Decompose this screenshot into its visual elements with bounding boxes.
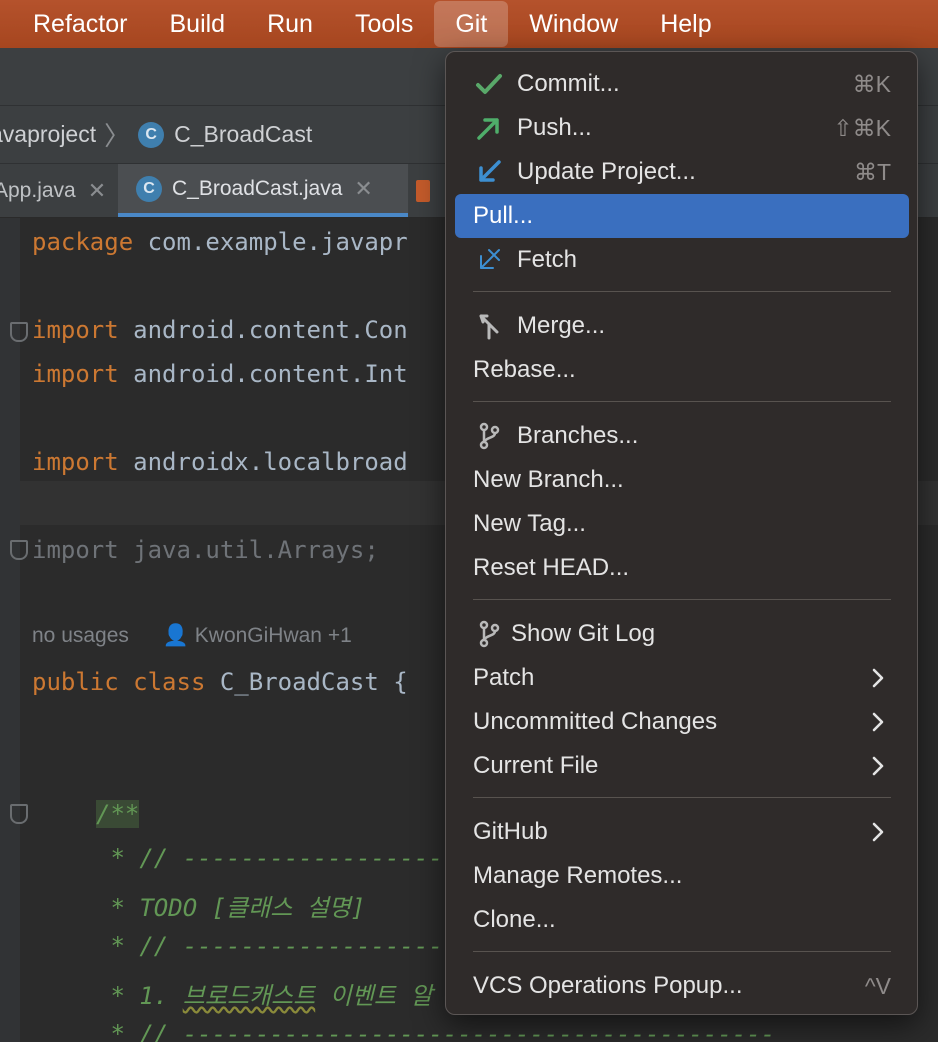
code-line: * // -----------------------------------… xyxy=(96,1020,776,1042)
tab-label: C_BroadCast.java xyxy=(172,176,343,200)
tab-label: App.java xyxy=(0,178,76,202)
push-arrow-icon xyxy=(477,118,499,140)
merge-icon xyxy=(479,314,499,340)
menu-tools[interactable]: Tools xyxy=(334,1,434,47)
fold-marker-icon[interactable] xyxy=(10,322,28,342)
code-line: import android.content.Int xyxy=(32,360,408,388)
menu-item-update-project[interactable]: Update Project... ⌘T xyxy=(455,150,909,194)
menu-help[interactable]: Help xyxy=(639,1,732,47)
author-hint[interactable]: KwonGiHwan +1 xyxy=(195,624,352,647)
menu-item-reset-head[interactable]: Reset HEAD... xyxy=(455,546,909,590)
chevron-right-icon xyxy=(872,712,884,732)
chevron-right-icon xyxy=(872,668,884,688)
menu-item-branches[interactable]: Branches... xyxy=(455,414,909,458)
breadcrumb-separator-icon: 〉 xyxy=(104,121,131,151)
chevron-right-icon xyxy=(872,756,884,776)
menu-item-fetch[interactable]: Fetch xyxy=(455,238,909,282)
tab-app-java[interactable]: App.java ✕ xyxy=(0,164,118,217)
code-line: import androidx.localbroad xyxy=(32,448,408,476)
file-icon xyxy=(416,179,430,202)
menu-item-new-branch[interactable]: New Branch... xyxy=(455,458,909,502)
menu-item-push[interactable]: Push... ⇧⌘K xyxy=(455,106,909,150)
menu-item-commit[interactable]: Commit... ⌘K xyxy=(455,62,909,106)
java-class-icon: C xyxy=(136,175,162,202)
usages-hint[interactable]: no usages xyxy=(32,624,129,647)
code-line: import android.content.Con xyxy=(32,316,408,344)
close-icon[interactable]: ✕ xyxy=(88,178,106,204)
menu-item-vcs-operations-popup[interactable]: VCS Operations Popup... ^V xyxy=(455,964,909,1008)
check-icon xyxy=(476,74,502,94)
breadcrumb-file[interactable]: C_BroadCast xyxy=(174,121,312,148)
menu-item-patch[interactable]: Patch xyxy=(455,656,909,700)
menu-item-uncommitted-changes[interactable]: Uncommitted Changes xyxy=(455,700,909,744)
git-menu-dropdown: Commit... ⌘K Push... ⇧⌘K Update Project.… xyxy=(445,51,918,1015)
code-line: * TODO [클래스 설명] xyxy=(96,894,366,922)
tab-c-broadcast-java[interactable]: C C_BroadCast.java ✕ xyxy=(118,164,408,217)
menu-item-github[interactable]: GitHub xyxy=(455,810,909,854)
menu-build[interactable]: Build xyxy=(148,1,246,47)
menu-divider xyxy=(473,797,891,798)
fold-marker-icon[interactable] xyxy=(10,804,28,824)
menu-divider xyxy=(473,401,891,402)
author-icon: 👤 xyxy=(162,624,189,647)
code-line: import java.util.Arrays; xyxy=(32,536,379,564)
menu-bar: Refactor Build Run Tools Git Window Help xyxy=(0,0,938,48)
java-class-icon: C xyxy=(138,121,165,148)
menu-run[interactable]: Run xyxy=(246,1,334,47)
menu-item-pull[interactable]: Pull... xyxy=(455,194,909,238)
inlay-hint[interactable]: no usages 👤 KwonGiHwan +1 xyxy=(32,624,352,648)
branch-icon xyxy=(479,620,500,648)
menu-divider xyxy=(473,291,891,292)
code-line: * 1. 브로드캐스트 이벤트 알 xyxy=(96,982,433,1010)
menu-item-new-tag[interactable]: New Tag... xyxy=(455,502,909,546)
close-icon[interactable]: ✕ xyxy=(354,176,372,202)
menu-item-rebase[interactable]: Rebase... xyxy=(455,348,909,392)
menu-window[interactable]: Window xyxy=(508,1,639,47)
fetch-arrow-icon xyxy=(480,249,500,269)
tab-partial[interactable] xyxy=(408,164,448,217)
code-line: public class C_BroadCast { xyxy=(32,668,408,696)
menu-divider xyxy=(473,599,891,600)
breadcrumb-project[interactable]: avaproject xyxy=(0,121,96,148)
chevron-right-icon xyxy=(872,822,884,842)
menu-item-current-file[interactable]: Current File xyxy=(455,744,909,788)
update-arrow-icon xyxy=(479,160,501,182)
menu-refactor[interactable]: Refactor xyxy=(0,1,148,47)
menu-divider xyxy=(473,951,891,952)
menu-item-merge[interactable]: Merge... xyxy=(455,304,909,348)
branch-icon xyxy=(479,422,500,450)
menu-item-clone[interactable]: Clone... xyxy=(455,898,909,942)
fold-marker-icon[interactable] xyxy=(10,540,28,560)
menu-item-manage-remotes[interactable]: Manage Remotes... xyxy=(455,854,909,898)
menu-item-show-git-log[interactable]: Show Git Log xyxy=(455,612,909,656)
code-line: /** xyxy=(96,800,140,828)
menu-git[interactable]: Git xyxy=(434,1,509,47)
code-line: package com.example.javapr xyxy=(32,228,408,256)
